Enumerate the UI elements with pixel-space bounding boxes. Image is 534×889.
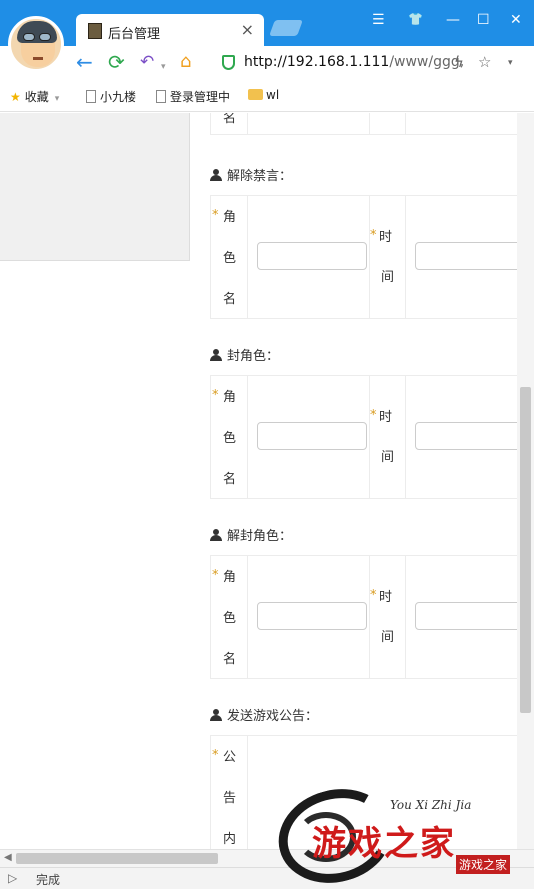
- security-shield-icon: [222, 55, 235, 70]
- avatar-face: [21, 41, 55, 67]
- play-icon[interactable]: ▷: [8, 871, 17, 885]
- vertical-scrollbar[interactable]: [517, 113, 534, 849]
- browser-titlebar: 后台管理 × ☰ 👕 — ☐ ✕: [0, 0, 534, 48]
- avatar-goggle-right: [39, 33, 51, 41]
- page-viewport: 名 解除禁言： * 角 色 名 * 时 间 封角色： * 角 色 名 * 时 间: [0, 113, 534, 849]
- required-star: *: [212, 568, 219, 583]
- bookmarks-bar: ★ 收藏 ▾ 小九楼 登录管理中 wl: [0, 80, 534, 112]
- section-title-unmute: 解除禁言：: [210, 165, 292, 184]
- bookmark-favorites[interactable]: ★ 收藏 ▾: [10, 88, 59, 105]
- section-title-ban-role: 封角色：: [210, 345, 279, 364]
- time-input[interactable]: [415, 602, 525, 630]
- watermark-title: 游戏之家: [312, 824, 456, 864]
- close-window-icon[interactable]: ✕: [510, 12, 522, 28]
- section-title-unban-role: 解封角色：: [210, 525, 292, 544]
- field-label-char: 时: [379, 590, 393, 605]
- folder-icon: [248, 89, 263, 100]
- status-text: 完成: [36, 873, 61, 887]
- role-name-input[interactable]: [257, 422, 367, 450]
- section-title-announcement: 发送游戏公告：: [210, 705, 318, 724]
- address-dropdown-icon[interactable]: ▾: [508, 58, 513, 68]
- vertical-scroll-thumb[interactable]: [520, 387, 531, 713]
- role-name-input[interactable]: [257, 242, 367, 270]
- address-url: http://192.168.1.111/www/ggg,: [244, 54, 465, 70]
- field-label-char: 色: [223, 431, 237, 446]
- field-label-char: 色: [223, 251, 237, 266]
- scroll-left-icon[interactable]: ◀: [4, 852, 12, 863]
- address-bar[interactable]: http://192.168.1.111/www/ggg, ϟ ☆ ▾: [218, 50, 530, 76]
- required-star: *: [212, 208, 219, 223]
- field-label-char: 时: [379, 410, 393, 425]
- required-star: *: [370, 408, 377, 423]
- form-card-unban-role: * 角 色 名 * 时 间: [210, 555, 525, 679]
- avatar-goggle-left: [23, 33, 35, 41]
- avatar-mouth: [33, 57, 43, 60]
- refresh-icon[interactable]: ⟳: [108, 52, 125, 72]
- time-input[interactable]: [415, 422, 525, 450]
- browser-tab[interactable]: 后台管理 ×: [76, 14, 264, 48]
- field-label-char: 告: [223, 791, 237, 806]
- user-icon: [210, 169, 222, 181]
- field-label-char: 间: [381, 450, 395, 465]
- browser-toolbar: ← ⟳ ↶ ▾ ⌂ http://192.168.1.111/www/ggg, …: [0, 46, 534, 80]
- role-name-input[interactable]: [257, 602, 367, 630]
- required-star: *: [212, 388, 219, 403]
- minimize-icon[interactable]: —: [446, 12, 460, 28]
- undo-icon[interactable]: ↶: [140, 52, 154, 72]
- new-tab-button[interactable]: [269, 20, 303, 36]
- user-icon: [210, 349, 222, 361]
- field-label-char: 色: [223, 611, 237, 626]
- field-label-char: 间: [381, 270, 395, 285]
- tab-title: 后台管理: [108, 27, 161, 42]
- user-avatar[interactable]: [8, 16, 64, 72]
- field-label-char: 时: [379, 230, 393, 245]
- avatar-helmet: [17, 21, 57, 43]
- field-label-char: 名: [223, 472, 237, 487]
- horizontal-scroll-thumb[interactable]: [16, 853, 218, 864]
- field-label-char: 名: [223, 292, 237, 307]
- watermark-pinyin: You Xi Zhi Jia: [390, 798, 472, 812]
- required-star: *: [212, 748, 219, 763]
- partial-form-card: 名: [210, 113, 520, 135]
- undo-dropdown-icon[interactable]: ▾: [161, 57, 166, 77]
- field-label-char: 间: [381, 630, 395, 645]
- watermark-badge: 游戏之家: [456, 855, 511, 874]
- user-icon: [210, 529, 222, 541]
- menu-icon[interactable]: ☰: [372, 12, 385, 28]
- bookmark-wl[interactable]: wl: [248, 88, 279, 102]
- skin-icon[interactable]: 👕: [408, 12, 423, 26]
- field-label-char: 角: [223, 390, 237, 405]
- site-watermark: You Xi Zhi Jia 游戏之家 游戏之家: [268, 776, 534, 889]
- field-label-char: 角: [223, 570, 237, 585]
- maximize-icon[interactable]: ☐: [477, 12, 490, 28]
- back-arrow-icon[interactable]: ←: [76, 52, 93, 72]
- form-card-unmute: * 角 色 名 * 时 间: [210, 195, 525, 319]
- lightning-icon[interactable]: ϟ: [454, 53, 464, 71]
- form-card-ban-role: * 角 色 名 * 时 间: [210, 375, 525, 499]
- home-icon[interactable]: ⌂: [180, 52, 191, 72]
- field-label-char: 公: [223, 750, 237, 765]
- bookmark-star-icon[interactable]: ☆: [478, 53, 491, 71]
- tab-favicon-icon: [88, 23, 102, 39]
- field-label-char: 角: [223, 210, 237, 225]
- time-input[interactable]: [415, 242, 525, 270]
- page-icon: [156, 90, 166, 103]
- user-icon: [210, 709, 222, 721]
- left-panel: [0, 113, 190, 261]
- tab-close-icon[interactable]: ×: [241, 20, 254, 39]
- field-label-char: 名: [223, 113, 237, 126]
- star-icon: ★: [10, 90, 21, 104]
- bookmark-login-manage[interactable]: 登录管理中: [156, 88, 230, 105]
- chevron-down-icon: ▾: [54, 94, 60, 104]
- field-label-char: 内: [223, 832, 237, 847]
- bookmark-xiaojiulou[interactable]: 小九楼: [86, 88, 136, 105]
- page-icon: [86, 90, 96, 103]
- field-label-char: 名: [223, 652, 237, 667]
- required-star: *: [370, 588, 377, 603]
- required-star: *: [370, 228, 377, 243]
